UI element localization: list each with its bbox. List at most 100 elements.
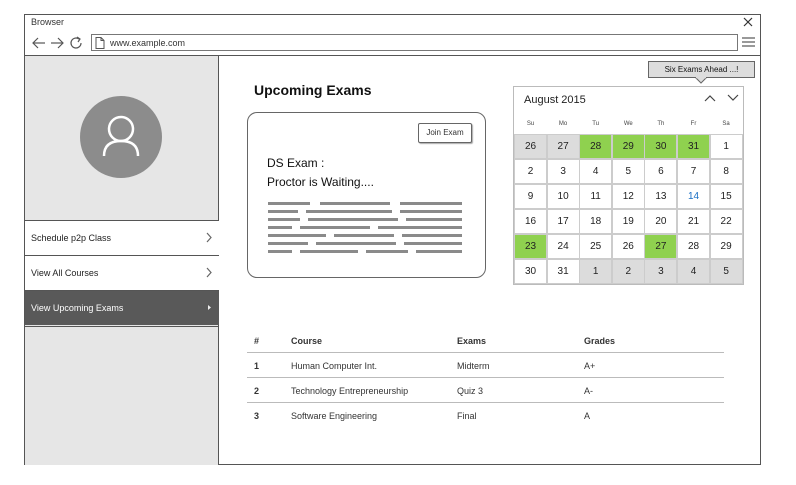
calendar-day[interactable]: 12 <box>611 184 645 209</box>
row-course: Human Computer Int. <box>291 361 378 371</box>
caret-right-icon <box>208 305 211 310</box>
row-number: 2 <box>254 386 260 396</box>
calendar-day[interactable]: 5 <box>709 259 743 284</box>
calendar-day[interactable]: 1 <box>709 134 743 159</box>
sidebar-item-label: View All Courses <box>31 268 99 278</box>
page-title: Upcoming Exams <box>254 82 372 98</box>
calendar-day[interactable]: 10 <box>546 184 580 209</box>
page-content: Schedule p2p Class View All Courses View… <box>25 55 760 465</box>
url-field[interactable]: www.example.com <box>91 34 738 51</box>
page-icon <box>95 37 105 49</box>
calendar-day[interactable]: 19 <box>611 209 645 234</box>
column-header-course: Course <box>291 336 323 346</box>
column-header-exams: Exams <box>457 336 487 346</box>
table-row[interactable]: 2 Technology Entrepreneurship Quiz 3 A- <box>247 378 724 403</box>
address-bar-row: www.example.com <box>25 32 760 54</box>
calendar-day-exam[interactable]: 29 <box>611 134 645 159</box>
close-icon[interactable] <box>742 16 754 28</box>
row-grade: A- <box>584 386 593 396</box>
calendar-day[interactable]: 21 <box>677 209 710 234</box>
avatar <box>80 96 162 178</box>
sidebar-item-label: View Upcoming Exams <box>31 303 124 313</box>
calendar-day[interactable]: 31 <box>546 259 580 284</box>
calendar-day[interactable]: 24 <box>546 234 580 259</box>
forward-arrow-icon[interactable] <box>49 35 65 51</box>
calendar-day[interactable]: 25 <box>579 234 613 259</box>
calendar-day[interactable]: 16 <box>514 209 547 234</box>
exam-status: Proctor is Waiting.... <box>267 175 374 189</box>
chevron-up-icon[interactable] <box>704 94 716 102</box>
calendar-day[interactable]: 15 <box>709 184 743 209</box>
calendar-day[interactable]: 17 <box>546 209 580 234</box>
weekday-label: Th <box>657 121 665 127</box>
table-row[interactable]: 3 Software Engineering Final A <box>247 403 724 428</box>
chevron-down-icon[interactable] <box>727 94 739 102</box>
calendar-month-label: August 2015 <box>524 94 586 106</box>
calendar-day[interactable]: 4 <box>579 159 613 184</box>
calendar-day[interactable]: 2 <box>514 159 547 184</box>
calendar-day[interactable]: 26 <box>514 134 547 159</box>
calendar-day[interactable]: 29 <box>709 234 743 259</box>
column-header-grades: Grades <box>584 336 616 346</box>
title-bar: Browser <box>25 15 760 31</box>
weekday-label: Mo <box>558 121 568 127</box>
calendar-day[interactable]: 5 <box>611 159 645 184</box>
calendar-day-exam[interactable]: 31 <box>677 134 710 159</box>
row-course: Technology Entrepreneurship <box>291 386 409 396</box>
user-icon <box>102 115 140 157</box>
calendar-day-exam[interactable]: 28 <box>579 134 613 159</box>
row-grade: A+ <box>584 361 596 371</box>
hamburger-menu-icon[interactable] <box>742 36 755 48</box>
calendar-day[interactable]: 13 <box>644 184 678 209</box>
calendar-day[interactable]: 7 <box>677 159 710 184</box>
calendar-day[interactable]: 27 <box>546 134 580 159</box>
calendar-day[interactable]: 20 <box>644 209 678 234</box>
calendar-day[interactable]: 8 <box>709 159 743 184</box>
row-exam: Midterm <box>457 361 490 371</box>
chevron-right-icon <box>206 267 212 278</box>
column-header-number: # <box>254 336 260 346</box>
chevron-right-icon <box>206 232 212 243</box>
calendar-day[interactable]: 9 <box>514 184 547 209</box>
weekday-label: Su <box>526 121 535 127</box>
calendar-day-today[interactable]: 14 <box>677 184 710 209</box>
sidebar-item-view-all-courses[interactable]: View All Courses <box>25 255 219 290</box>
weekday-label: Fr <box>690 121 697 127</box>
weekday-label: Sa <box>722 121 730 127</box>
table-header-row: # Course Exams Grades <box>247 328 724 353</box>
sidebar-item-schedule-p2p-class[interactable]: Schedule p2p Class <box>25 220 219 255</box>
sidebar: Schedule p2p Class View All Courses View… <box>25 56 219 465</box>
calendar-day[interactable]: 3 <box>546 159 580 184</box>
sidebar-item-label: Schedule p2p Class <box>31 233 112 243</box>
calendar-day[interactable]: 26 <box>611 234 645 259</box>
calendar-day[interactable]: 1 <box>579 259 613 284</box>
weekday-label: We <box>623 121 633 127</box>
calendar-day[interactable]: 30 <box>514 259 547 284</box>
calendar-day-exam[interactable]: 30 <box>644 134 678 159</box>
row-grade: A <box>584 411 591 421</box>
sidebar-item-view-upcoming-exams[interactable]: View Upcoming Exams <box>25 290 219 325</box>
calendar-day-exam[interactable]: 27 <box>644 234 678 259</box>
calendar-day[interactable]: 18 <box>579 209 613 234</box>
calendar-day[interactable]: 2 <box>611 259 645 284</box>
browser-window: Browser www.example.com Schedule p2p Cla… <box>24 14 761 465</box>
table-row[interactable]: 1 Human Computer Int. Midterm A+ <box>247 353 724 378</box>
row-number: 1 <box>254 361 260 371</box>
calendar: August 2015 Su Mo Tu We Th Fr Sa 26 27 28 29 30 31 1… <box>513 86 744 285</box>
row-course: Software Engineering <box>291 411 378 421</box>
calendar-day[interactable]: 28 <box>677 234 710 259</box>
calendar-day[interactable]: 4 <box>677 259 710 284</box>
calendar-day-exam[interactable]: 23 <box>514 234 547 259</box>
row-exam: Quiz 3 <box>457 386 484 396</box>
join-exam-button[interactable]: Join Exam <box>418 123 472 143</box>
grades-table: # Course Exams Grades 1 Human Computer I… <box>247 328 724 428</box>
calendar-day[interactable]: 3 <box>644 259 678 284</box>
calendar-day[interactable]: 6 <box>644 159 678 184</box>
calendar-day[interactable]: 22 <box>709 209 743 234</box>
tooltip-pointer-icon <box>695 77 707 84</box>
calendar-day[interactable]: 11 <box>579 184 613 209</box>
back-arrow-icon[interactable] <box>31 35 47 51</box>
refresh-icon[interactable] <box>68 35 84 51</box>
exam-name: DS Exam : <box>267 156 325 170</box>
weekday-label: Tu <box>592 121 600 127</box>
